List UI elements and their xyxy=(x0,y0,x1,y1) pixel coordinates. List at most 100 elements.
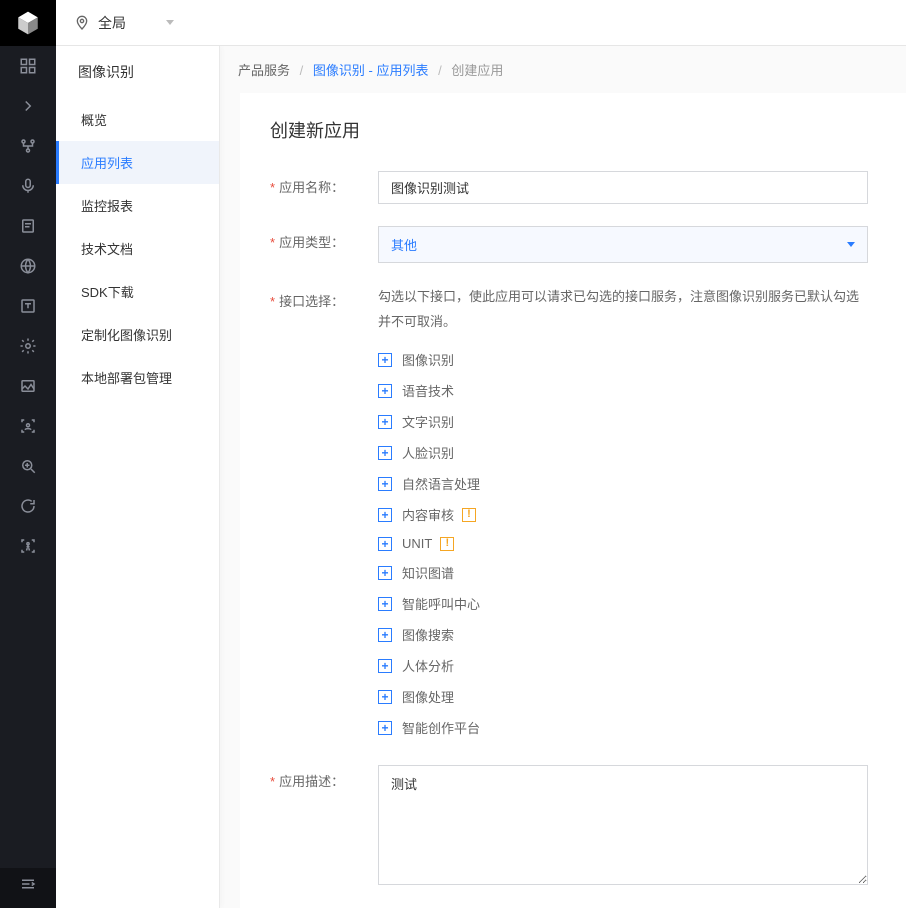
branch-icon xyxy=(19,137,37,155)
interface-label: UNIT xyxy=(402,536,432,551)
chevron-down-icon xyxy=(847,242,855,247)
expand-icon: + xyxy=(378,537,392,551)
label-interfaces: *接口选择： xyxy=(270,285,378,310)
interface-item[interactable]: + 自然语言处理 xyxy=(378,468,868,499)
interface-item[interactable]: + 语音技术 xyxy=(378,375,868,406)
interface-hint: 勾选以下接口，使此应用可以请求已勾选的接口服务，注意图像识别服务已默认勾选并不可… xyxy=(378,285,868,334)
rail-face[interactable] xyxy=(0,406,56,446)
expand-icon: + xyxy=(378,721,392,735)
sidebar-item-overview[interactable]: 概览 xyxy=(56,98,219,141)
sidebar: 图像识别 概览 应用列表 监控报表 技术文档 SDK下载 定制化图像识别 本地部… xyxy=(56,46,220,908)
expand-icon: + xyxy=(378,628,392,642)
mic-icon xyxy=(19,177,37,195)
breadcrumb: 产品服务 / 图像识别 - 应用列表 / 创建应用 xyxy=(220,46,906,93)
interface-item[interactable]: + 文字识别 xyxy=(378,406,868,437)
sidebar-item-monitor[interactable]: 监控报表 xyxy=(56,184,219,227)
location-icon xyxy=(74,15,90,31)
rail-image[interactable] xyxy=(0,366,56,406)
form-panel: 创建新应用 *应用名称： *应用类型： 其他 *接口选择： 勾选以下接口，使此应… xyxy=(240,93,906,908)
rail-refresh[interactable] xyxy=(0,486,56,526)
top-bar: 全局 xyxy=(0,0,906,46)
app-type-select[interactable]: 其他 xyxy=(378,226,868,263)
interface-item[interactable]: + 智能创作平台 xyxy=(378,712,868,743)
label-app-name: *应用名称： xyxy=(270,171,378,196)
expand-icon: + xyxy=(378,690,392,704)
rail-dashboard[interactable] xyxy=(0,46,56,86)
interface-item[interactable]: + 智能呼叫中心 xyxy=(378,588,868,619)
logo[interactable] xyxy=(0,0,56,46)
interface-label: 智能呼叫中心 xyxy=(402,594,480,613)
menu-collapse-icon xyxy=(19,875,37,893)
interface-label: 内容审核 xyxy=(402,505,454,524)
rail-gear[interactable] xyxy=(0,326,56,366)
interface-label: 人脸识别 xyxy=(402,443,454,462)
interface-item[interactable]: + 人体分析 xyxy=(378,650,868,681)
body-scan-icon xyxy=(19,537,37,555)
expand-icon: + xyxy=(378,384,392,398)
main-content: 产品服务 / 图像识别 - 应用列表 / 创建应用 创建新应用 *应用名称： *… xyxy=(220,46,906,908)
rail-ocr[interactable] xyxy=(0,206,56,246)
interface-item[interactable]: + UNIT! xyxy=(378,530,868,557)
expand-icon: + xyxy=(378,477,392,491)
expand-icon: + xyxy=(378,566,392,580)
interface-item[interactable]: + 图像搜索 xyxy=(378,619,868,650)
interface-item[interactable]: + 图像识别 xyxy=(378,344,868,375)
sidebar-item-sdk[interactable]: SDK下载 xyxy=(56,270,219,313)
interface-label: 图像处理 xyxy=(402,687,454,706)
label-app-desc: *应用描述： xyxy=(270,765,378,790)
expand-icon: + xyxy=(378,659,392,673)
sidebar-item-app-list[interactable]: 应用列表 xyxy=(56,141,219,184)
rail-collapse[interactable] xyxy=(0,868,56,908)
app-desc-input[interactable] xyxy=(378,765,868,885)
sidebar-item-deploy[interactable]: 本地部署包管理 xyxy=(56,356,219,399)
interface-label: 语音技术 xyxy=(402,381,454,400)
expand-icon: + xyxy=(378,508,392,522)
expand-icon: + xyxy=(378,415,392,429)
chevron-down-icon xyxy=(166,20,174,25)
app-name-input[interactable] xyxy=(378,171,868,204)
sidebar-title: 图像识别 xyxy=(56,46,219,98)
sidebar-item-custom[interactable]: 定制化图像识别 xyxy=(56,313,219,356)
warning-badge-icon: ! xyxy=(440,537,454,551)
face-scan-icon xyxy=(19,417,37,435)
warning-badge-icon: ! xyxy=(462,508,476,522)
image-icon xyxy=(19,377,37,395)
refresh-icon xyxy=(19,497,37,515)
crumb-link-app-list[interactable]: 图像识别 - 应用列表 xyxy=(313,63,429,78)
rail-globe[interactable] xyxy=(0,246,56,286)
page-title: 创建新应用 xyxy=(270,117,876,143)
interface-label: 图像识别 xyxy=(402,350,454,369)
gear-icon xyxy=(19,337,37,355)
interface-label: 图像搜索 xyxy=(402,625,454,644)
search-icon xyxy=(19,457,37,475)
rail-network[interactable] xyxy=(0,126,56,166)
crumb-root: 产品服务 xyxy=(238,63,290,78)
rail-expand[interactable] xyxy=(0,86,56,126)
rail-voice[interactable] xyxy=(0,166,56,206)
sidebar-item-docs[interactable]: 技术文档 xyxy=(56,227,219,270)
interface-item[interactable]: + 图像处理 xyxy=(378,681,868,712)
document-scan-icon xyxy=(19,217,37,235)
scope-selector[interactable]: 全局 xyxy=(56,0,192,46)
cube-icon xyxy=(15,10,41,36)
globe-icon xyxy=(19,257,37,275)
interface-label: 智能创作平台 xyxy=(402,718,480,737)
crumb-current: 创建应用 xyxy=(451,63,503,78)
interface-list: +图像识别+语音技术+文字识别+人脸识别+自然语言处理+内容审核!+UNIT!+… xyxy=(378,344,868,743)
interface-label: 知识图谱 xyxy=(402,563,454,582)
interface-label: 自然语言处理 xyxy=(402,474,480,493)
expand-icon: + xyxy=(378,597,392,611)
interface-label: 人体分析 xyxy=(402,656,454,675)
label-app-type: *应用类型： xyxy=(270,226,378,251)
expand-icon: + xyxy=(378,446,392,460)
rail-text[interactable] xyxy=(0,286,56,326)
rail-body[interactable] xyxy=(0,526,56,566)
icon-rail xyxy=(0,46,56,908)
interface-item[interactable]: + 人脸识别 xyxy=(378,437,868,468)
interface-item[interactable]: + 内容审核! xyxy=(378,499,868,530)
interface-label: 文字识别 xyxy=(402,412,454,431)
rail-search-plus[interactable] xyxy=(0,446,56,486)
interface-item[interactable]: + 知识图谱 xyxy=(378,557,868,588)
expand-icon: + xyxy=(378,353,392,367)
grid-icon xyxy=(19,57,37,75)
